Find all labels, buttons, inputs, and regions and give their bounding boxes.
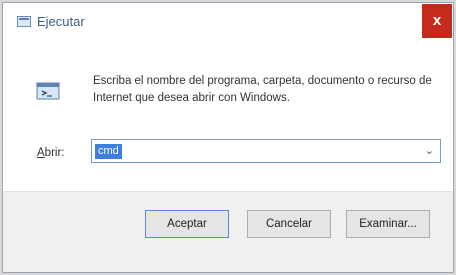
dialog-content: Escriba el nombre del programa, carpeta,… [3,41,453,191]
chevron-down-icon[interactable]: ⌄ [425,144,434,157]
accept-button[interactable]: Aceptar [145,210,229,238]
run-dialog: Ejecutar x Escriba el nombre del program… [2,2,454,273]
window-title: Ejecutar [37,14,85,29]
cancel-button[interactable]: Cancelar [247,210,331,238]
open-label: Abrir: [37,147,65,159]
close-button[interactable]: x [422,4,452,38]
open-combobox[interactable]: cmd ⌄ [91,139,441,163]
run-program-icon [36,82,60,100]
run-window-icon [17,16,31,27]
instruction-text: Escriba el nombre del programa, carpeta,… [93,75,432,104]
open-input-value[interactable]: cmd [95,144,122,159]
title-bar[interactable]: Ejecutar x [3,3,453,41]
button-bar: Aceptar Cancelar Examinar... [3,191,453,272]
browse-button[interactable]: Examinar... [346,210,430,238]
